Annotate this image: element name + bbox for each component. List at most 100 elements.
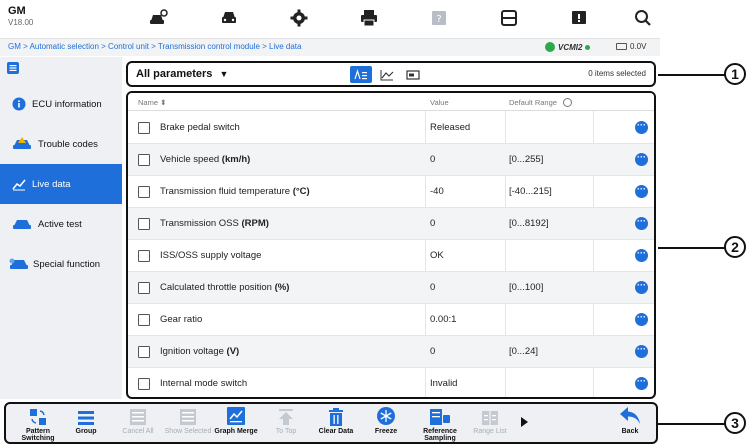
panel-view-icon (406, 69, 420, 80)
row-checkbox[interactable] (138, 346, 150, 358)
car-warning-icon (13, 137, 31, 149)
reference-sampling-button[interactable]: Reference Sampling (412, 406, 468, 442)
more-options-icon[interactable]: ··· (635, 217, 648, 230)
more-options-icon[interactable]: ··· (635, 313, 648, 326)
more-options-icon[interactable]: ··· (635, 185, 648, 198)
more-options-icon[interactable]: ··· (635, 153, 648, 166)
text-view-button[interactable] (350, 66, 372, 83)
info-icon (12, 97, 26, 111)
table-row[interactable]: Ignition voltage (V) 0 [0...24] ··· (128, 336, 654, 368)
more-options-icon[interactable]: ··· (635, 249, 648, 262)
parameter-filter-dropdown[interactable]: All parameters ▼ (136, 68, 228, 80)
sidebar-item-trouble-codes[interactable]: Trouble codes (0, 124, 122, 164)
graph-view-button[interactable] (376, 66, 398, 83)
parameter-range: [0...100] (509, 282, 544, 293)
parameter-range: [0...24] (509, 346, 539, 357)
param-name-text: Brake pedal switch (160, 122, 240, 133)
callout-leader-line (658, 247, 726, 249)
globe-icon (545, 42, 555, 52)
more-options-icon[interactable]: ··· (635, 121, 648, 134)
parameter-value: 0 (430, 282, 436, 293)
parameter-value: OK (430, 250, 444, 261)
filter-label: All parameters (136, 68, 213, 80)
row-checkbox[interactable] (138, 218, 150, 230)
live-data-screen: GM V18.00 ? GM > Automatic selection > C (0, 0, 751, 446)
row-checkbox[interactable] (138, 282, 150, 294)
callout-leader-line (658, 74, 726, 76)
more-options-icon[interactable]: ··· (635, 377, 648, 390)
row-checkbox[interactable] (138, 378, 150, 390)
top-bar: GM V18.00 ? (0, 0, 660, 38)
menu-toggle-icon[interactable] (6, 61, 20, 75)
sidebar-item-active-test[interactable]: Active test (0, 204, 122, 244)
search-icon[interactable] (632, 8, 654, 28)
table-row[interactable]: Vehicle speed (km/h) 0 [0...255] ··· (128, 144, 654, 176)
save-icon[interactable] (498, 8, 520, 28)
row-checkbox[interactable] (138, 250, 150, 262)
table-row[interactable]: Transmission OSS (RPM) 0 [0...8192] ··· (128, 208, 654, 240)
parameter-value: 0.00:1 (430, 314, 457, 325)
cancel-all-button[interactable]: Cancel All (110, 406, 166, 442)
breadcrumb-bar: GM > Automatic selection > Control unit … (0, 38, 660, 56)
param-name-text: Gear ratio (160, 314, 203, 325)
freeze-button[interactable]: Freeze (358, 406, 414, 442)
parameter-range: [0...255] (509, 154, 544, 165)
brand-name: GM (8, 5, 26, 17)
row-checkbox[interactable] (138, 154, 150, 166)
param-unit: (°C) (292, 186, 310, 197)
feedback-icon[interactable] (568, 8, 590, 28)
pattern-switching-icon (30, 409, 46, 425)
row-checkbox[interactable] (138, 314, 150, 326)
table-row[interactable]: Internal mode switch Invalid ··· (128, 368, 654, 397)
more-options-icon[interactable]: ··· (635, 281, 648, 294)
sort-icon: ⬍ (160, 98, 167, 107)
to-top-button[interactable]: To Top (258, 406, 314, 442)
help-icon[interactable]: ? (428, 8, 450, 28)
button-label: To Top (275, 428, 297, 435)
name-column-header[interactable]: Name ⬍ (138, 98, 166, 107)
back-button[interactable]: Back (602, 406, 658, 442)
table-row[interactable]: Gear ratio 0.00:1 ··· (128, 304, 654, 336)
group-button[interactable]: Group (58, 406, 114, 442)
selected-count: 0 items selected (588, 69, 646, 78)
line-graph-icon (380, 69, 394, 80)
gauge-view-button[interactable] (402, 66, 424, 83)
parameter-name: Calculated throttle position (%) (160, 282, 289, 293)
table-row[interactable]: ISS/OSS supply voltage OK ··· (128, 240, 654, 272)
table-row[interactable]: Brake pedal switch Released ··· (128, 112, 654, 144)
sidebar-item-live-data[interactable]: Live data (0, 164, 122, 204)
car-diagnose-icon[interactable] (147, 8, 169, 28)
settings-gear-icon[interactable] (288, 8, 310, 28)
range-list-icon (482, 411, 498, 425)
row-checkbox[interactable] (138, 122, 150, 134)
group-list-icon (78, 411, 94, 425)
car-icon[interactable] (218, 8, 240, 28)
callout-3: 3 (724, 412, 746, 434)
range-settings-icon[interactable] (563, 98, 573, 107)
clear-data-button[interactable]: Clear Data (308, 406, 364, 442)
arrow-to-top-icon (279, 409, 293, 425)
breadcrumb[interactable]: GM > Automatic selection > Control unit … (8, 42, 301, 51)
range-header-label: Default Range (509, 98, 557, 107)
sidebar-item-label: Special function (33, 258, 101, 270)
caret-down-icon: ▼ (219, 69, 229, 79)
value-column-header: Value (430, 98, 449, 107)
table-row[interactable]: Calculated throttle position (%) 0 [0...… (128, 272, 654, 304)
table-row[interactable]: Transmission fluid temperature (°C) -40 … (128, 176, 654, 208)
svg-text:?: ? (436, 14, 441, 25)
data-toolbar: All parameters ▼ 0 items selected (126, 61, 656, 87)
range-list-button[interactable]: Range List (462, 406, 518, 442)
sidebar-item-special-function[interactable]: Special function (0, 244, 122, 284)
button-label: Group (75, 428, 97, 435)
param-name-text: Internal mode switch (160, 378, 248, 389)
more-options-icon[interactable]: ··· (635, 345, 648, 358)
parameter-name: Gear ratio (160, 314, 202, 325)
connection-dot-icon (585, 44, 591, 50)
scroll-right-icon[interactable] (521, 417, 528, 427)
param-unit: (V) (226, 346, 240, 357)
sidebar-item-label: Active test (38, 218, 82, 230)
sidebar-item-ecu-information[interactable]: ECU information (0, 84, 122, 124)
print-icon[interactable] (358, 8, 380, 28)
row-checkbox[interactable] (138, 186, 150, 198)
graph-merge-button[interactable]: Graph Merge (208, 406, 264, 442)
